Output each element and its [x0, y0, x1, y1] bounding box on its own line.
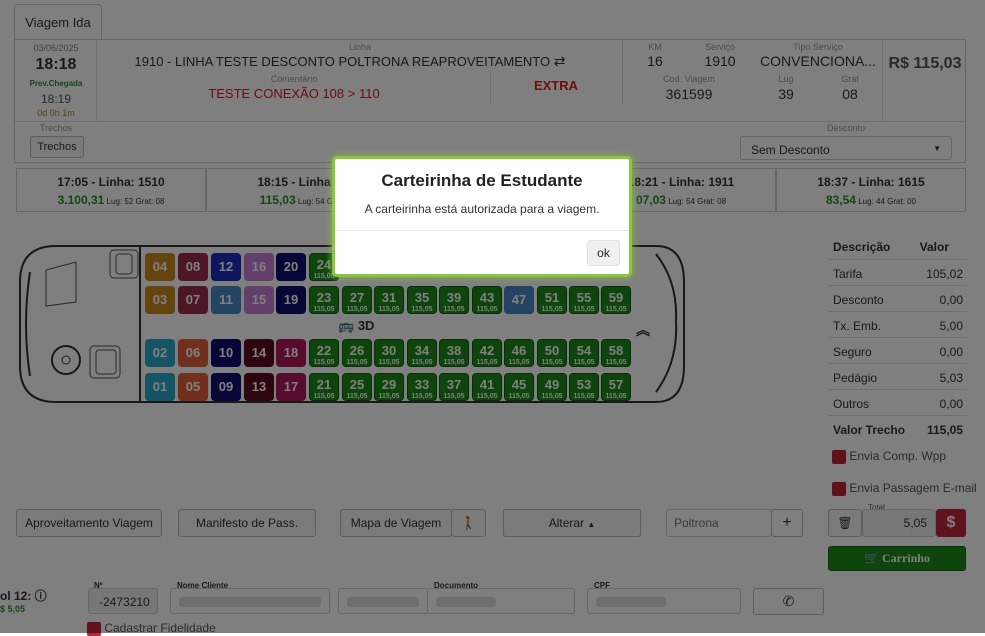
- modal-backdrop[interactable]: [0, 0, 985, 633]
- modal-title: Carteirinha de Estudante: [381, 171, 583, 190]
- ok-button[interactable]: ok: [587, 240, 620, 266]
- modal-body: A carteirinha está autorizada para a via…: [364, 202, 600, 216]
- divider: [335, 230, 629, 231]
- student-card-modal: Carteirinha de Estudante A carteirinha e…: [332, 156, 632, 277]
